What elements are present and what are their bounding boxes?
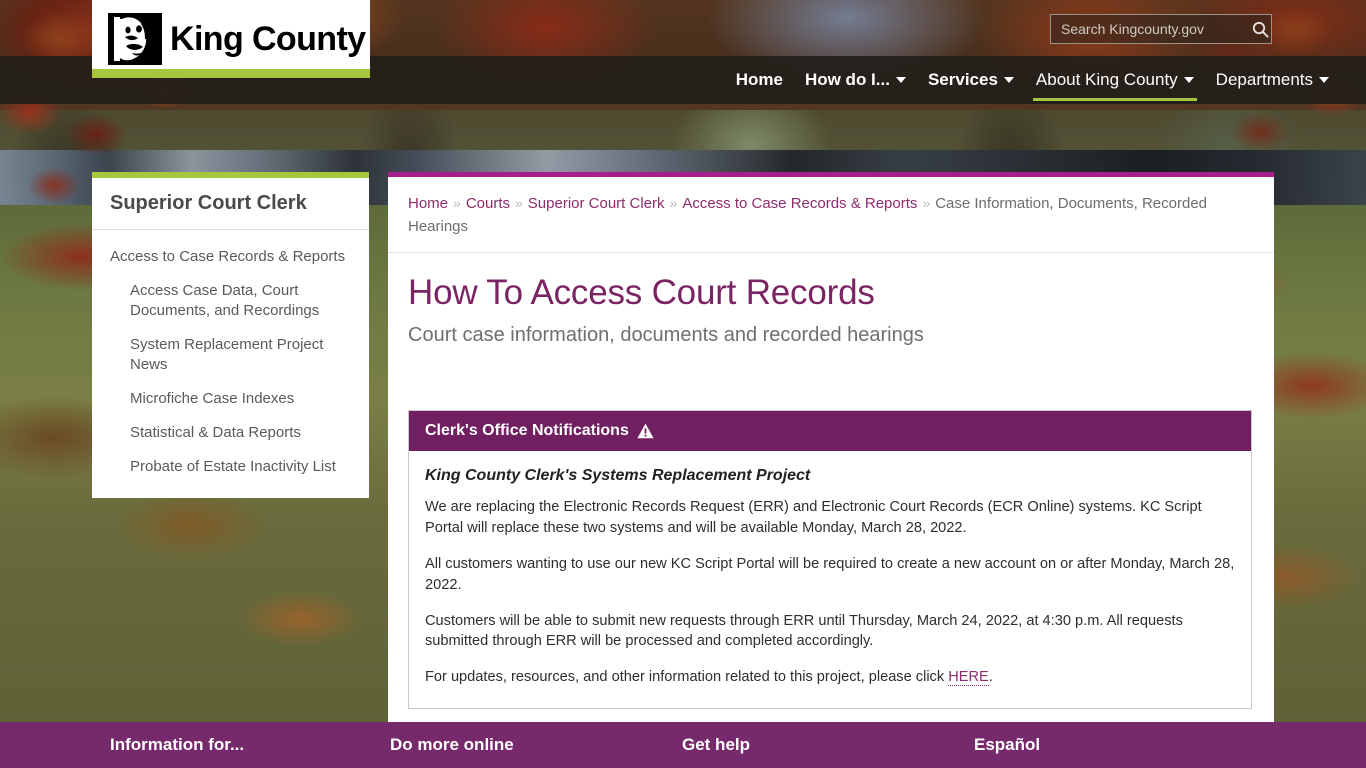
breadcrumb-separator: » [669,195,678,211]
sidebar: Superior Court Clerk Access to Case Reco… [92,172,369,498]
sidebar-title: Superior Court Clerk [92,178,369,230]
footer-heading-information-for[interactable]: Information for... [92,735,390,755]
notifications-header-label: Clerk's Office Notifications [425,422,629,440]
breadcrumb-separator: » [922,195,931,211]
page-subtitle: Court case information, documents and re… [408,324,924,347]
site-search [1050,14,1272,44]
nav-item-label: How do I... [804,69,890,89]
warning-triangle-icon [637,423,654,439]
breadcrumb-link-access-to-case-records[interactable]: Access to Case Records & Reports [682,195,917,212]
page-title: How To Access Court Records [408,273,875,312]
footer-heading-get-help[interactable]: Get help [682,735,974,755]
nav-item-home[interactable]: Home [725,56,794,105]
main-content: Home» Courts» Superior Court Clerk» Access … [388,172,1274,722]
search-button[interactable] [1248,21,1279,38]
notification-paragraph: All customers wanting to use our new KC … [425,555,1235,593]
breadcrumb-separator: » [453,195,461,211]
notifications-panel-header: Clerk's Office Notifications [409,411,1251,452]
chevron-down-icon [1319,77,1329,83]
notification-link-prefix: For updates, resources, and other inform… [425,669,949,686]
notifications-panel: Clerk's Office Notifications King County… [408,410,1252,710]
main-navigation: Home How do I... Services About King Cou… [0,56,1366,104]
sidebar-item-statistical-data-reports[interactable]: Statistical & Data Reports [92,416,369,450]
breadcrumb-link-home[interactable]: Home [408,195,448,212]
breadcrumb-link-superior-court-clerk[interactable]: Superior Court Clerk [528,195,665,212]
notification-paragraph: Customers will be able to submit new req… [425,612,1183,650]
nav-item-label: Departments [1215,69,1313,89]
footer-heading-espanol[interactable]: Español [974,735,1366,755]
sidebar-navigation: Access to Case Records & Reports Access … [92,230,369,484]
here-link[interactable]: HERE [948,669,989,687]
sidebar-item-microfiche-case-indexes[interactable]: Microfiche Case Indexes [92,382,369,416]
footer-columns: Information for... Do more online Get he… [92,722,1366,768]
notification-subtitle: King County Clerk's Systems Replacement … [425,467,811,485]
nav-item-label: Services [927,69,998,89]
nav-item-departments[interactable]: Departments [1205,56,1340,105]
sidebar-item-probate-inactivity-list[interactable]: Probate of Estate Inactivity List [92,450,369,484]
notification-paragraph: We are replacing the Electronic Records … [425,499,1202,537]
footer-heading-do-more-online[interactable]: Do more online [390,735,682,755]
search-icon [1252,21,1269,38]
nav-item-how-do-i[interactable]: How do I... [794,56,917,105]
notifications-panel-body: King County Clerk's Systems Replacement … [409,451,1251,708]
page-header: How To Access Court Records Court case i… [388,253,1274,348]
nav-item-label: About King County [1035,69,1178,89]
sidebar-item-access-case-data[interactable]: Access Case Data, Court Documents, and R… [92,274,369,328]
breadcrumb: Home» Courts» Superior Court Clerk» Access … [388,177,1274,253]
nav-item-label: Home [735,69,783,89]
site-footer: Information for... Do more online Get he… [0,722,1366,768]
site-header: King County Home How do I... Services Ab… [0,0,1366,104]
nav-item-about-king-county[interactable]: About King County [1025,56,1205,105]
breadcrumb-separator: » [515,195,523,211]
nav-item-services[interactable]: Services [917,56,1025,105]
sidebar-item-system-replacement-project-news[interactable]: System Replacement Project News [92,328,369,382]
notification-link-suffix: . [988,669,993,686]
notification-paragraph-with-link: For updates, resources, and other inform… [425,667,1235,688]
chevron-down-icon [1183,77,1194,83]
logo-wordmark: King County [170,20,366,58]
chevron-down-icon [1003,77,1014,83]
sidebar-item-access-to-case-records[interactable]: Access to Case Records & Reports [92,240,369,274]
search-input[interactable] [1051,21,1248,37]
breadcrumb-link-courts[interactable]: Courts [466,195,510,212]
chevron-down-icon [895,77,906,83]
